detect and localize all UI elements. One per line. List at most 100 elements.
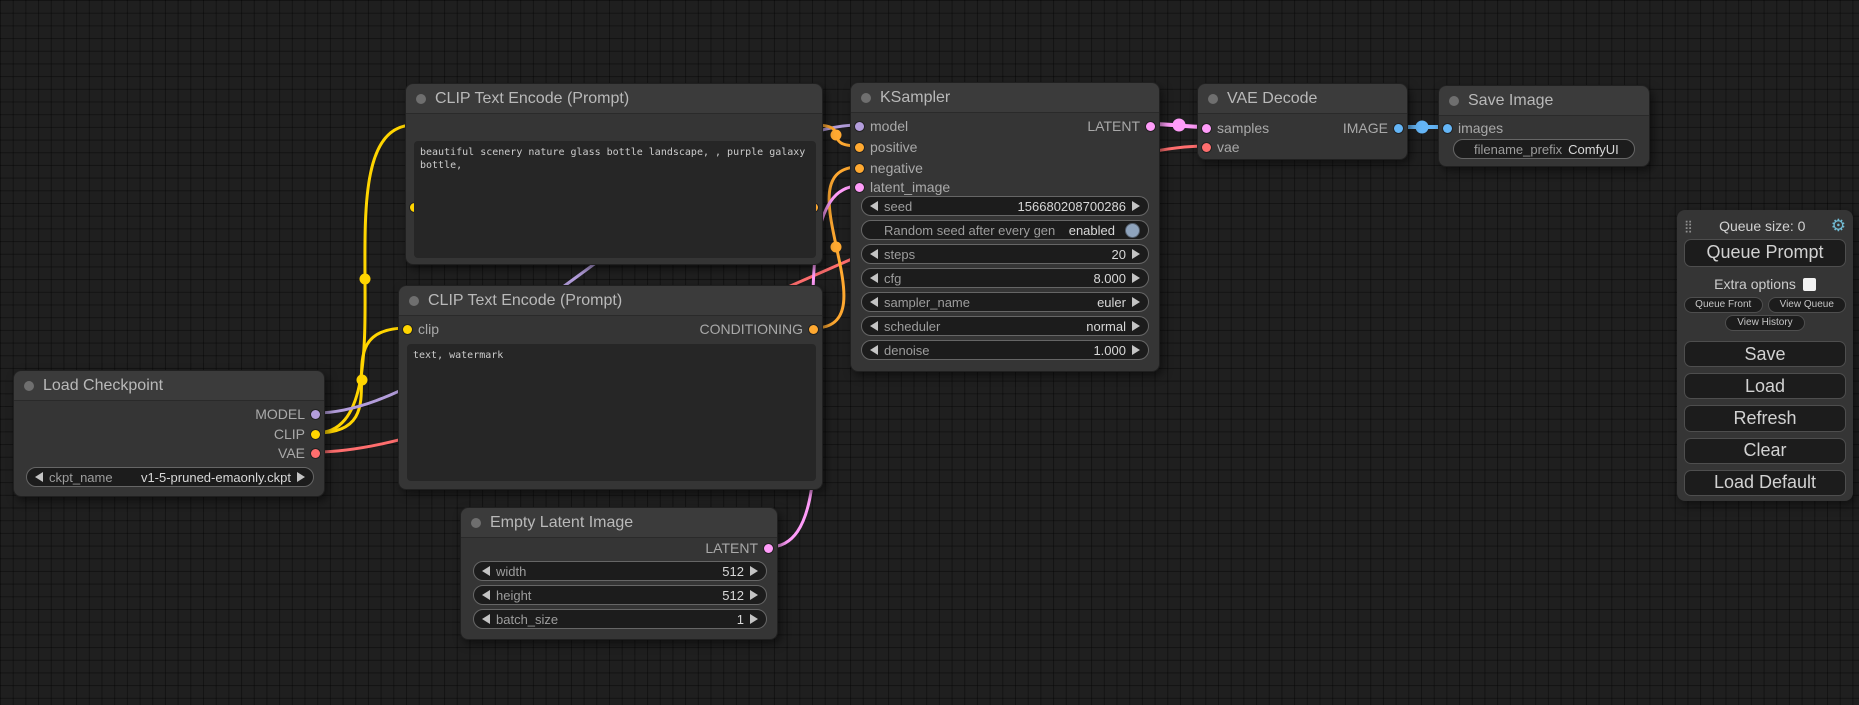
widget-label: filename_prefix	[1474, 142, 1562, 157]
stepper-right-icon[interactable]	[750, 590, 758, 600]
latent-output-slot[interactable]	[764, 544, 773, 553]
stepper-right-icon[interactable]	[1132, 201, 1140, 211]
stepper-right-icon[interactable]	[1132, 321, 1140, 331]
stepper-left-icon[interactable]	[870, 249, 878, 259]
node-title: Load Checkpoint	[43, 377, 163, 395]
node-vae-decode: VAE Decode samples IMAGE vae	[1197, 83, 1408, 160]
widget-value: euler	[1097, 295, 1126, 310]
refresh-button[interactable]: Refresh	[1684, 405, 1846, 431]
sampler-name-widget[interactable]: sampler_name euler	[861, 292, 1149, 312]
link-dot[interactable]	[831, 130, 842, 141]
node-graph-canvas[interactable]: CLIP Text Encode (Prompt) clip CONDITION…	[0, 0, 1859, 705]
collapse-dot-icon[interactable]	[861, 93, 871, 103]
stepper-left-icon[interactable]	[35, 472, 43, 482]
settings-gear-icon[interactable]: ⚙	[1831, 217, 1846, 234]
positive-input-slot[interactable]	[855, 143, 864, 152]
drag-handle-icon[interactable]: ⣿	[1684, 219, 1694, 233]
queue-prompt-button[interactable]: Queue Prompt	[1684, 239, 1846, 266]
steps-widget[interactable]: steps 20	[861, 244, 1149, 264]
link-dot[interactable]	[360, 274, 371, 285]
width-widget[interactable]: width 512	[473, 561, 767, 581]
filename-prefix-widget[interactable]: filename_prefix ComfyUI	[1453, 139, 1635, 159]
stepper-left-icon[interactable]	[870, 273, 878, 283]
seed-widget[interactable]: seed 156680208700286	[861, 196, 1149, 216]
stepper-right-icon[interactable]	[1132, 297, 1140, 307]
load-default-button[interactable]: Load Default	[1684, 470, 1846, 496]
widget-value: 512	[722, 564, 744, 579]
node-title-bar[interactable]: Empty Latent Image	[461, 508, 777, 538]
latent-output-slot[interactable]	[1146, 122, 1155, 131]
model-output-slot[interactable]	[311, 410, 320, 419]
view-queue-button[interactable]: View Queue	[1768, 297, 1847, 313]
link-dot[interactable]	[1173, 119, 1186, 132]
slot-label: IMAGE	[1343, 120, 1388, 136]
comfy-menu-panel: ⣿ Queue size: 0 ⚙ Queue Prompt Extra opt…	[1677, 210, 1853, 501]
vae-output-slot[interactable]	[311, 449, 320, 458]
height-widget[interactable]: height 512	[473, 585, 767, 605]
clip-input-slot[interactable]	[403, 325, 412, 334]
queue-front-button[interactable]: Queue Front	[1684, 297, 1763, 313]
link-dot[interactable]	[831, 242, 842, 253]
samples-input-slot[interactable]	[1202, 124, 1211, 133]
view-history-button[interactable]: View History	[1725, 315, 1805, 331]
stepper-right-icon[interactable]	[750, 614, 758, 624]
stepper-right-icon[interactable]	[1132, 345, 1140, 355]
stepper-left-icon[interactable]	[870, 201, 878, 211]
scheduler-widget[interactable]: scheduler normal	[861, 316, 1149, 336]
stepper-left-icon[interactable]	[482, 590, 490, 600]
extra-options-checkbox[interactable]	[1803, 278, 1816, 291]
negative-input-slot[interactable]	[855, 164, 864, 173]
ckpt-name-widget[interactable]: ckpt_name v1-5-pruned-emaonly.ckpt	[26, 467, 314, 487]
prompt-textarea[interactable]: text, watermark	[407, 344, 816, 481]
slot-label: LATENT	[1087, 118, 1140, 134]
collapse-dot-icon[interactable]	[24, 381, 34, 391]
widget-label: ckpt_name	[49, 470, 113, 485]
images-input-slot[interactable]	[1443, 124, 1452, 133]
collapse-dot-icon[interactable]	[1208, 94, 1218, 104]
node-title-bar[interactable]: Save Image	[1439, 86, 1649, 116]
random-seed-widget[interactable]: Random seed after every gen enabled	[861, 220, 1149, 240]
collapse-dot-icon[interactable]	[1449, 96, 1459, 106]
node-title-bar[interactable]: CLIP Text Encode (Prompt)	[406, 84, 822, 114]
node-title-bar[interactable]: KSampler	[851, 83, 1159, 113]
stepper-left-icon[interactable]	[870, 297, 878, 307]
vae-input-slot[interactable]	[1202, 143, 1211, 152]
collapse-dot-icon[interactable]	[416, 94, 426, 104]
stepper-left-icon[interactable]	[870, 321, 878, 331]
widget-label: steps	[884, 247, 915, 262]
node-empty-latent-image: Empty Latent Image LATENT width 512 heig…	[460, 507, 778, 640]
widget-label: sampler_name	[884, 295, 970, 310]
node-title: Save Image	[1468, 92, 1553, 110]
stepper-left-icon[interactable]	[870, 345, 878, 355]
widget-label: height	[496, 588, 531, 603]
node-title-bar[interactable]: CLIP Text Encode (Prompt)	[399, 286, 822, 316]
denoise-widget[interactable]: denoise 1.000	[861, 340, 1149, 360]
prompt-textarea[interactable]: beautiful scenery nature glass bottle la…	[414, 141, 816, 258]
toggle-knob[interactable]	[1125, 223, 1140, 238]
save-button[interactable]: Save	[1684, 341, 1846, 367]
stepper-right-icon[interactable]	[1132, 273, 1140, 283]
widget-value: v1-5-pruned-emaonly.ckpt	[141, 470, 291, 485]
link-dot[interactable]	[1416, 121, 1429, 134]
cfg-widget[interactable]: cfg 8.000	[861, 268, 1149, 288]
node-title-bar[interactable]: VAE Decode	[1198, 84, 1407, 114]
conditioning-output-slot[interactable]	[809, 325, 818, 334]
collapse-dot-icon[interactable]	[409, 296, 419, 306]
clip-output-slot[interactable]	[311, 430, 320, 439]
latent-image-input-slot[interactable]	[855, 183, 864, 192]
collapse-dot-icon[interactable]	[471, 518, 481, 528]
stepper-left-icon[interactable]	[482, 566, 490, 576]
stepper-right-icon[interactable]	[297, 472, 305, 482]
stepper-right-icon[interactable]	[1132, 249, 1140, 259]
slot-label: negative	[870, 160, 923, 176]
load-button[interactable]: Load	[1684, 373, 1846, 399]
link-dot[interactable]	[357, 375, 368, 386]
clear-button[interactable]: Clear	[1684, 438, 1846, 464]
image-output-slot[interactable]	[1394, 124, 1403, 133]
batch-size-widget[interactable]: batch_size 1	[473, 609, 767, 629]
node-title-bar[interactable]: Load Checkpoint	[14, 371, 324, 401]
stepper-right-icon[interactable]	[750, 566, 758, 576]
widget-value: enabled	[1069, 223, 1115, 238]
model-input-slot[interactable]	[855, 122, 864, 131]
stepper-left-icon[interactable]	[482, 614, 490, 624]
